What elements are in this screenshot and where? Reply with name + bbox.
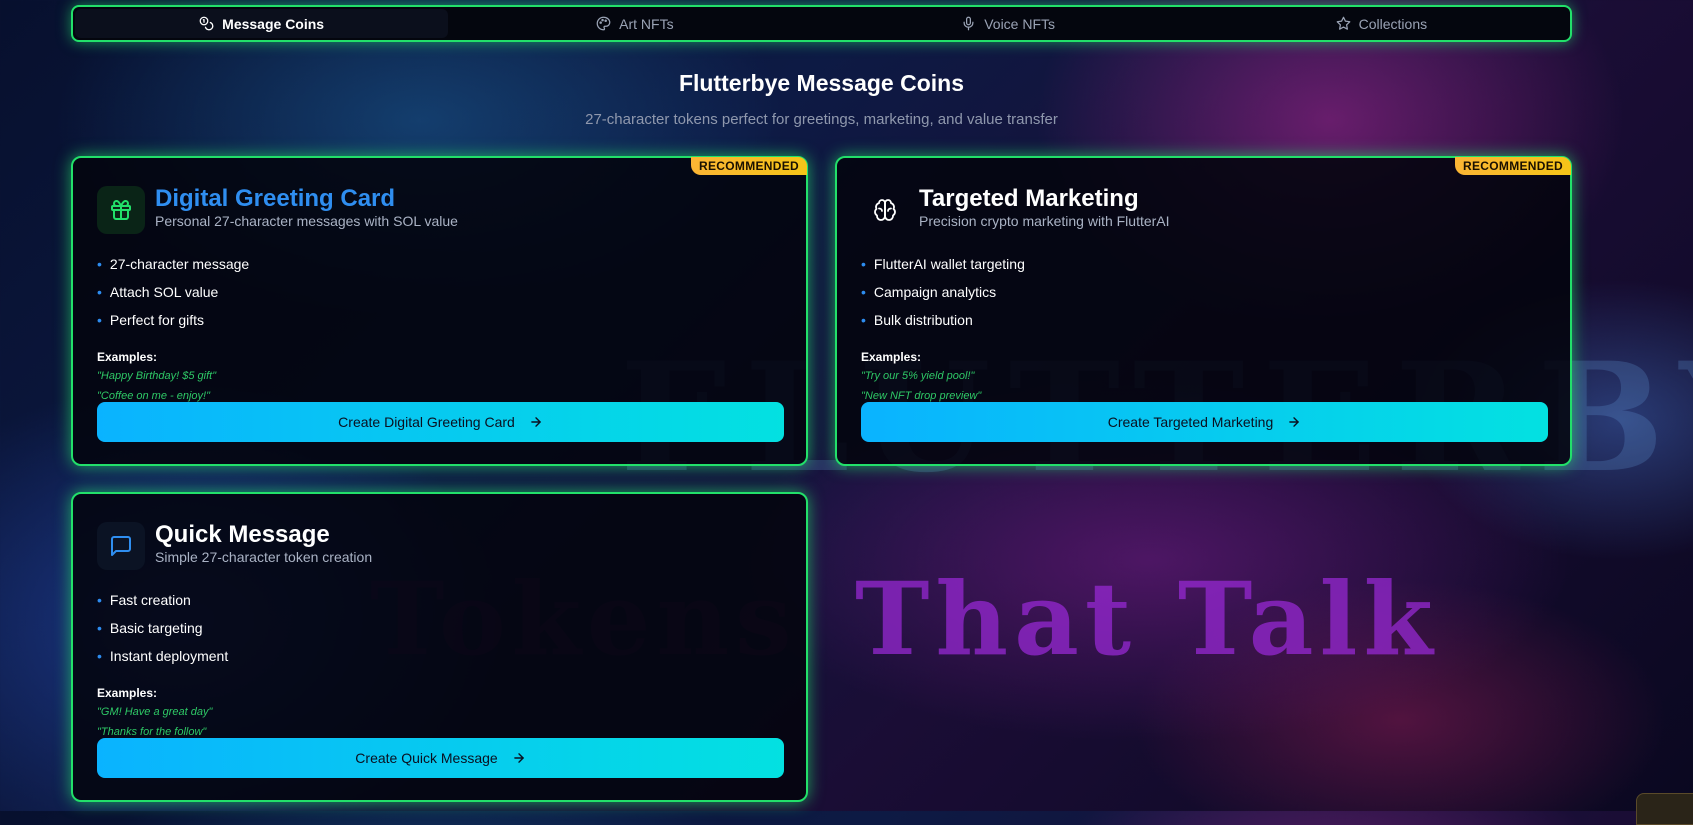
list-item: • Instant deployment: [97, 648, 229, 664]
card-quick-message[interactable]: Quick Message Simple 27-character token …: [71, 492, 808, 802]
example-text: "New NFT drop preview": [861, 390, 982, 402]
token-type-tabs: Message Coins Art NFTs Voice NFTs Collec…: [71, 5, 1572, 42]
example-text: "Thanks for the follow": [97, 726, 207, 738]
tab-label: Message Coins: [222, 15, 325, 32]
list-item: • Perfect for gifts: [97, 312, 205, 328]
example-text: "Try our 5% yield pool!": [861, 370, 975, 382]
example-text: "Happy Birthday! $5 gift": [97, 370, 217, 382]
bullet-icon: •: [97, 256, 102, 272]
bullet-icon: •: [97, 312, 102, 328]
list-item: • Attach SOL value: [97, 284, 219, 300]
tab-message-coins[interactable]: Message Coins: [75, 9, 449, 38]
card-description: Precision crypto marketing with FlutterA…: [919, 213, 1170, 229]
list-item: • Campaign analytics: [861, 284, 997, 300]
card-icon-container: [97, 522, 145, 570]
example-text: "GM! Have a great day": [97, 706, 213, 718]
card-title: Quick Message: [155, 521, 330, 548]
examples-label: Examples:: [97, 686, 158, 700]
feature-list: • FlutterAI wallet targeting • Campaign an…: [861, 256, 1025, 340]
bullet-icon: •: [97, 284, 102, 300]
tab-label: Voice NFTs: [984, 15, 1056, 32]
feature-list: • 27-character message • Attach SOL value …: [97, 256, 249, 340]
tab-collections[interactable]: Collections: [1195, 9, 1568, 38]
tab-label: Art NFTs: [619, 15, 674, 32]
bullet-icon: •: [97, 592, 102, 608]
gift-icon: [111, 200, 131, 220]
bullet-icon: •: [97, 620, 102, 636]
arrow-right-icon: [531, 417, 541, 427]
bullet-icon: •: [861, 312, 866, 328]
bullet-icon: •: [97, 648, 102, 664]
card-digital-greeting[interactable]: RECOMMENDED Digital Greeting Card Person…: [71, 156, 808, 466]
list-item: • Fast creation: [97, 592, 191, 608]
create-quick-message-button[interactable]: Create Quick Message: [97, 738, 784, 778]
list-item: • 27-character message: [97, 256, 250, 272]
example-text: "Coffee on me - enjoy!": [97, 390, 210, 402]
card-title: Targeted Marketing: [919, 185, 1139, 212]
card-description: Simple 27-character token creation: [155, 549, 373, 565]
tab-label: Collections: [1358, 15, 1428, 32]
arrow-right-icon: [513, 753, 524, 763]
create-targeted-marketing-button[interactable]: Create Targeted Marketing: [861, 402, 1548, 442]
tab-voice-nfts[interactable]: Voice NFTs: [822, 9, 1195, 38]
message-square-icon: [111, 536, 131, 556]
card-icon-container: [861, 186, 909, 234]
create-digital-greeting-card-button[interactable]: Create Digital Greeting Card: [97, 402, 784, 442]
examples-label: Examples:: [861, 350, 922, 364]
coins-icon: [199, 16, 214, 31]
tab-art-nfts[interactable]: Art NFTs: [448, 9, 821, 38]
background-that-talk-text: That Talk: [855, 560, 1439, 678]
floating-widget-corner[interactable]: [1636, 793, 1693, 825]
examples-label: Examples:: [97, 350, 158, 364]
mic-icon: [963, 16, 974, 31]
feature-list: • Fast creation • Basic targeting • Instant…: [97, 592, 228, 676]
arrow-right-icon: [1289, 417, 1300, 427]
list-item: • Basic targeting: [97, 620, 203, 636]
card-icon-container: [97, 186, 145, 234]
brain-icon: [874, 199, 896, 221]
palette-icon: [596, 16, 611, 31]
star-icon: [1336, 16, 1350, 30]
card-targeted-marketing[interactable]: RECOMMENDED Targeted Marketing Precision…: [835, 156, 1572, 466]
page-subtitle: 27-character tokens perfect for greeting…: [585, 111, 1058, 128]
card-title: Digital Greeting Card: [155, 185, 396, 212]
bullet-icon: •: [861, 256, 866, 272]
list-item: • FlutterAI wallet targeting: [861, 256, 1025, 272]
list-item: • Bulk distribution: [861, 312, 973, 328]
recommended-badge: RECOMMENDED: [691, 157, 807, 175]
bullet-icon: •: [861, 284, 866, 300]
recommended-badge: RECOMMENDED: [1455, 157, 1571, 175]
page-title: Flutterbye Message Coins: [678, 70, 965, 96]
card-description: Personal 27-character messages with SOL …: [155, 213, 458, 229]
